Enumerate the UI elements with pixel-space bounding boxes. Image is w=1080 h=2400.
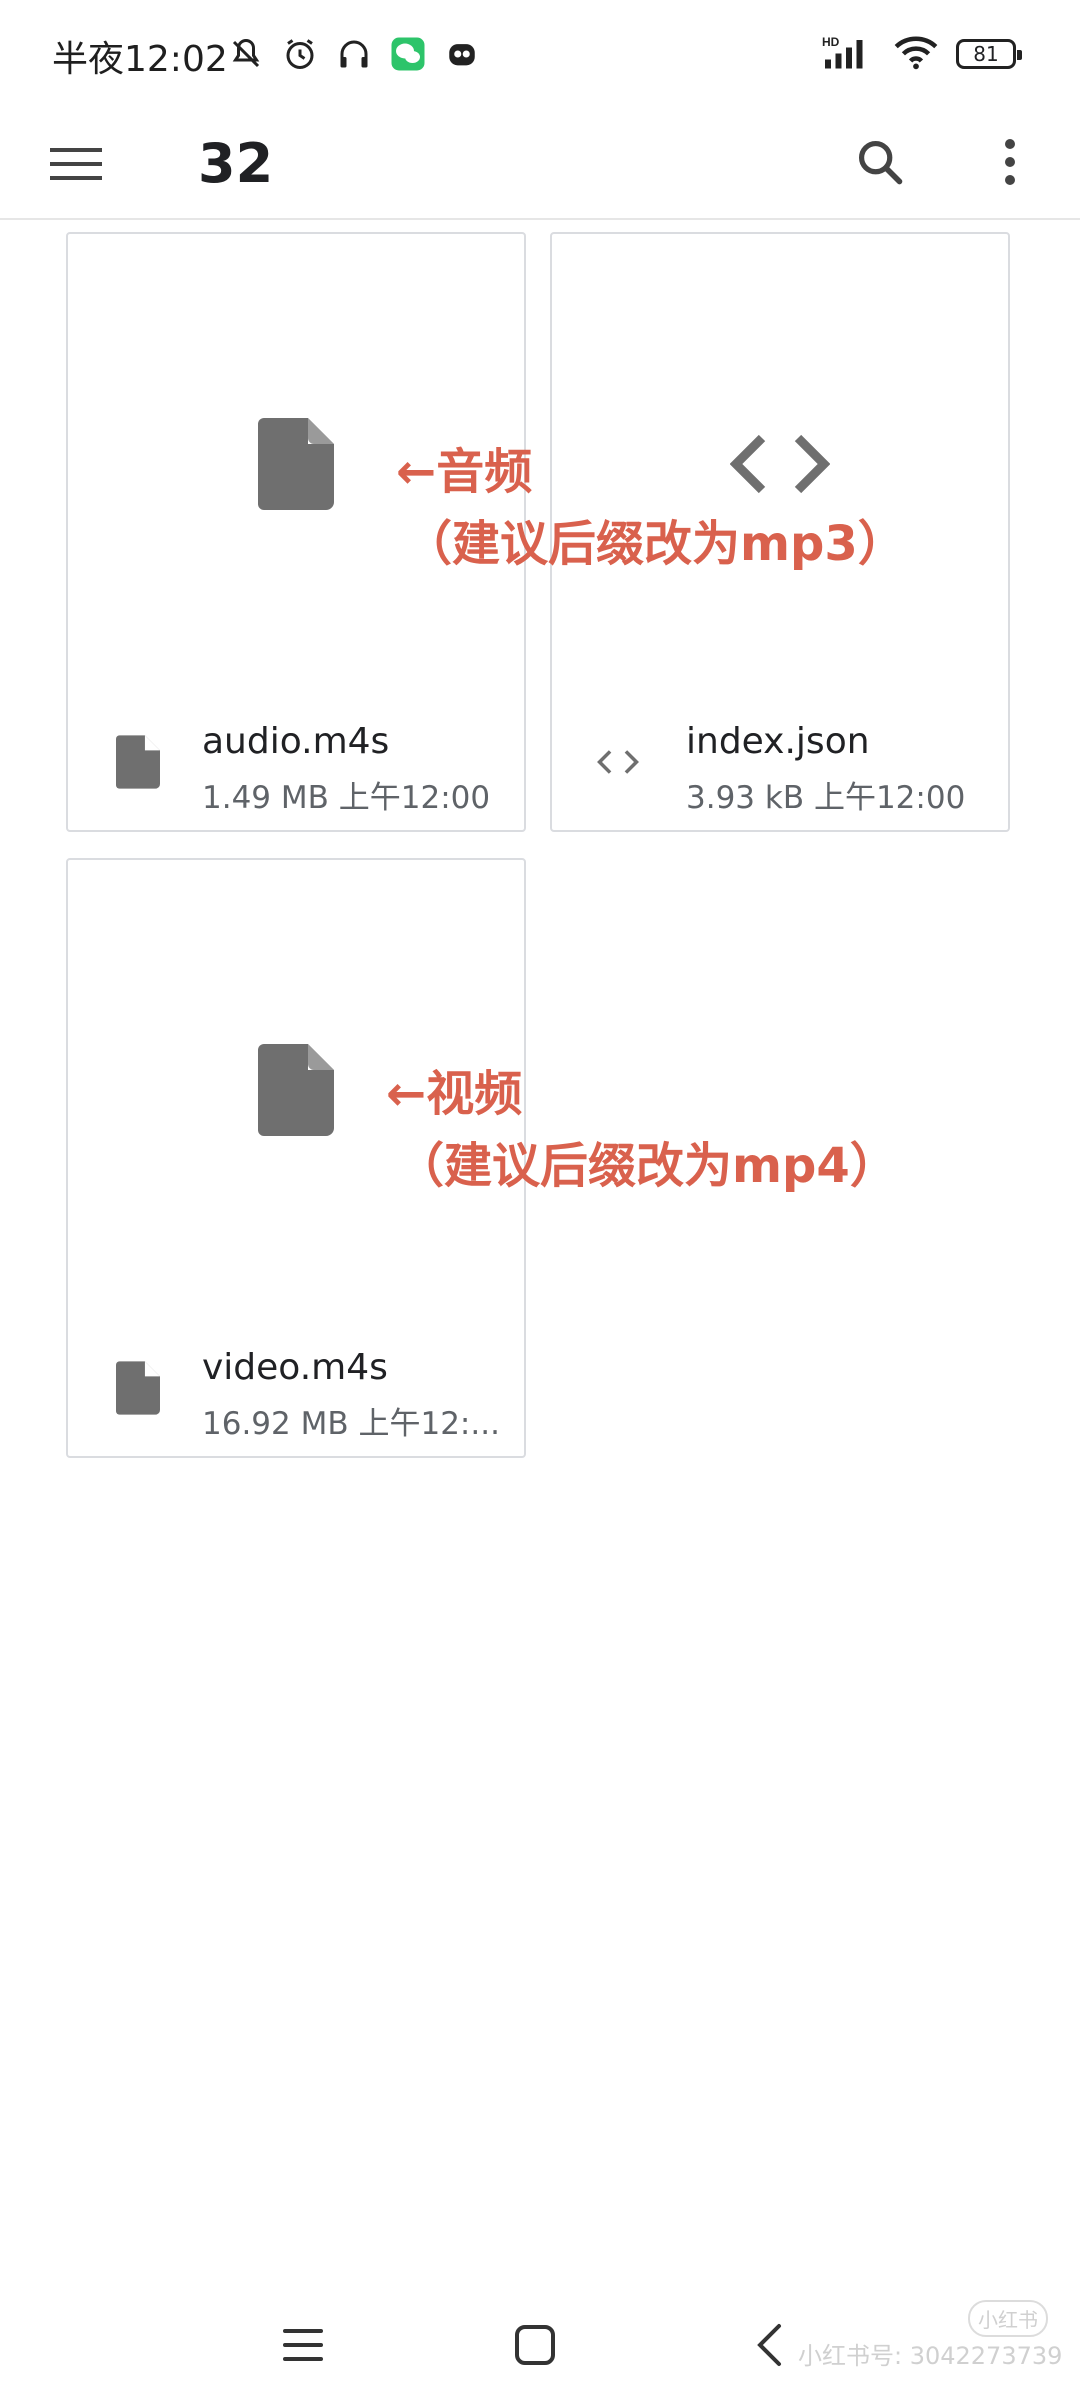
file-meta: 16.92 MB 上午12:... (202, 1406, 500, 1442)
annotation-video-arrow: ←视频 (386, 1066, 523, 1122)
status-bar: 半夜12:02 HD 81 (0, 0, 1080, 110)
search-icon (858, 140, 903, 185)
file-name: video.m4s (202, 1347, 388, 1388)
page-title: 32 (198, 132, 274, 195)
menu-button[interactable] (44, 132, 108, 196)
file-name: audio.m4s (202, 721, 390, 762)
menu-lines-icon (283, 2329, 323, 2361)
app-bar: 32 (0, 110, 1080, 220)
file-type-icon (116, 1360, 160, 1416)
file-icon (258, 1044, 334, 1136)
battery-indicator: 81 (956, 39, 1022, 69)
app-notification-icon (442, 34, 482, 74)
watermark-logo: 小红书 (968, 2300, 1048, 2337)
code-icon (730, 434, 830, 494)
file-meta: 3.93 kB 上午12:00 (686, 780, 966, 816)
annotation-video-hint: （建议后缀改为mp4） (396, 1138, 898, 1194)
back-chevron-icon (757, 2324, 781, 2366)
status-time: 半夜12:02 (52, 39, 228, 80)
network-type: HD (822, 35, 840, 49)
file-name: index.json (686, 721, 870, 762)
annotation-audio-arrow: ←音频 (396, 444, 533, 500)
bell-off-icon (226, 34, 266, 74)
more-vert-icon (1005, 139, 1015, 185)
wechat-icon (388, 34, 428, 74)
file-type-code-icon (596, 734, 640, 790)
back-button[interactable] (734, 2310, 804, 2380)
home-button[interactable] (500, 2310, 570, 2380)
more-options-button[interactable] (978, 130, 1042, 194)
search-button[interactable] (848, 130, 912, 194)
headphones-icon (334, 34, 374, 74)
file-meta: 1.49 MB 上午12:00 (202, 780, 491, 816)
file-type-icon (116, 734, 160, 790)
hamburger-icon (50, 148, 102, 180)
wifi-icon (894, 34, 938, 74)
status-left-icons (226, 34, 482, 74)
file-thumbnail (552, 234, 1008, 694)
file-icon (258, 418, 334, 510)
alarm-icon (280, 34, 320, 74)
home-square-icon (515, 2325, 555, 2365)
watermark-text: 小红书号: 3042273739 (798, 2342, 1063, 2370)
status-right-icons: HD 81 (822, 34, 1022, 74)
signal-icon: HD (822, 34, 876, 74)
recents-button[interactable] (268, 2310, 338, 2380)
annotation-audio-hint: （建议后缀改为mp3） (404, 516, 906, 572)
